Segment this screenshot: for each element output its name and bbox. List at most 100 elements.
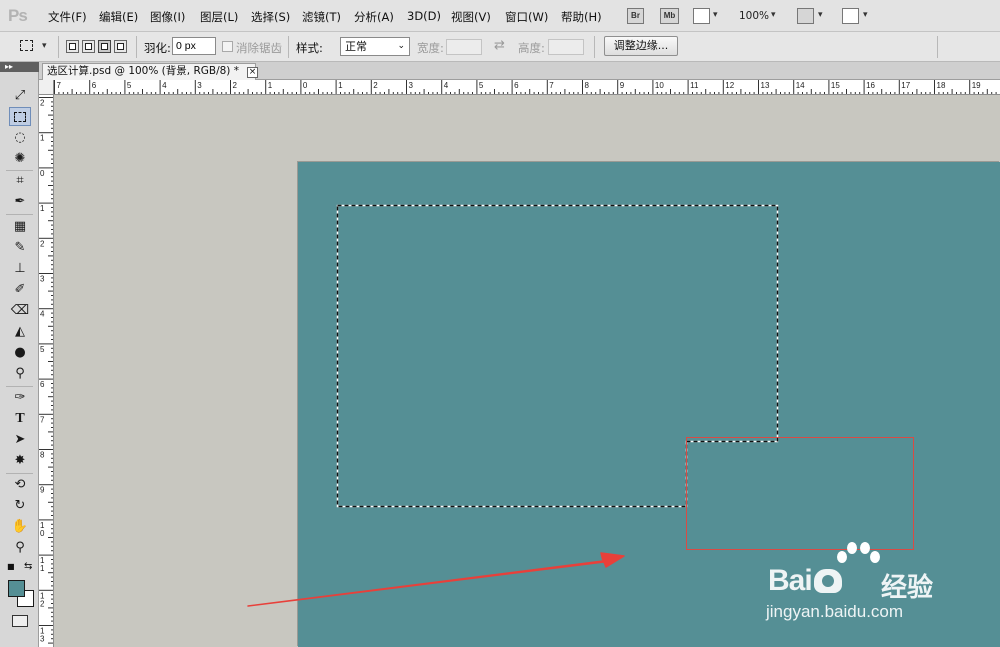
vertical-ruler[interactable]: 21012345678910111213 <box>39 95 54 647</box>
close-icon[interactable]: × <box>247 67 258 78</box>
arrange-documents-icon[interactable] <box>797 8 814 24</box>
baidu-jingyan-label: 经验 <box>881 573 934 603</box>
menu-help[interactable]: 帮助(H) <box>561 9 602 25</box>
screen-mode-icon[interactable] <box>842 8 859 24</box>
3d-rotate-tool-icon[interactable]: ⟲ <box>9 475 31 494</box>
quick-mask-icon[interactable] <box>12 615 28 627</box>
foreground-color-swatch[interactable] <box>8 580 25 597</box>
zoom-tool-icon[interactable]: ⚲ <box>9 538 31 557</box>
ruler-label: 3 <box>197 81 202 90</box>
ruler-label: 8 <box>585 81 590 90</box>
divider <box>937 36 938 58</box>
default-colors-icon[interactable]: ■ <box>7 562 15 571</box>
ruler-label: 9 <box>620 81 625 90</box>
height-input <box>548 39 584 55</box>
type-tool-icon[interactable]: T <box>9 409 31 428</box>
menu-file[interactable]: 文件(F) <box>48 9 87 25</box>
brush-tool-icon[interactable]: ✎ <box>9 238 31 257</box>
ruler-label: 7 <box>57 81 62 90</box>
zoom-level[interactable]: 100% <box>739 10 769 22</box>
feather-input[interactable] <box>172 37 216 55</box>
menu-3d[interactable]: 3D(D) <box>407 9 441 23</box>
menu-window[interactable]: 窗口(W) <box>505 9 548 25</box>
ruler-label: 1 <box>268 81 273 90</box>
menu-view[interactable]: 视图(V) <box>451 9 491 25</box>
custom-shape-tool-icon[interactable]: ✸ <box>9 451 31 470</box>
options-bar: ▾ 羽化: 消除锯齿 样式: 正常 ⌄ 宽度: ⇄ 高度: 调整边缘... <box>0 32 1000 62</box>
extras-icon[interactable] <box>693 8 710 24</box>
feather-label: 羽化: <box>144 41 171 55</box>
width-input <box>446 39 482 55</box>
ruler-label: 16 <box>866 81 875 90</box>
menu-select[interactable]: 选择(S) <box>251 9 290 25</box>
ruler-label: 19 <box>972 81 981 90</box>
ruler-label: 14 <box>796 81 805 90</box>
ruler-label: 7 <box>549 81 554 90</box>
screen-mode-dropdown-icon[interactable]: ▾ <box>863 10 868 20</box>
zoom-dropdown-icon[interactable]: ▾ <box>771 10 776 20</box>
ruler-label: 2 <box>40 599 45 608</box>
ruler-label: 3 <box>40 275 45 284</box>
eyedropper-tool-icon[interactable]: ✒ <box>9 192 31 211</box>
add-to-selection-icon[interactable] <box>82 40 95 53</box>
subtract-from-selection-icon[interactable] <box>98 40 111 53</box>
baidu-url: jingyan.baidu.com <box>766 602 904 621</box>
new-selection-icon[interactable] <box>66 40 79 53</box>
ruler-label: 18 <box>937 81 946 90</box>
ruler-label: 2 <box>40 239 45 248</box>
path-selection-tool-icon[interactable]: ➤ <box>9 430 31 449</box>
antialias-label: 消除锯齿 <box>236 41 282 55</box>
tool-preset-dropdown-icon[interactable]: ▾ <box>42 41 47 51</box>
document-tab[interactable]: 选区计算.psd @ 100% (背景, RGB/8) * × <box>42 63 258 80</box>
ruler-label: 2 <box>40 99 45 108</box>
ruler-label: 15 <box>831 81 840 90</box>
ruler-origin[interactable] <box>39 80 54 95</box>
quick-selection-tool-icon[interactable]: ✺ <box>9 149 31 168</box>
rectangular-marquee-tool-icon[interactable] <box>9 107 31 126</box>
blur-tool-icon[interactable]: ● <box>9 343 31 362</box>
menu-analysis[interactable]: 分析(A) <box>354 9 394 25</box>
3d-orbit-tool-icon[interactable]: ↻ <box>9 496 31 515</box>
extras-dropdown-icon[interactable]: ▾ <box>713 10 718 20</box>
menu-filter[interactable]: 滤镜(T) <box>302 9 341 25</box>
paint-bucket-tool-icon[interactable]: ◭ <box>9 322 31 341</box>
swap-colors-icon[interactable]: ⇆ <box>24 561 32 572</box>
crop-tool-icon[interactable]: ⌗ <box>9 171 31 190</box>
horizontal-ruler[interactable]: 7 6 5 4 3 2 1 0 1 2 3 4 5 6 7 8 9 10 11 12 13 14 15 16 17 18 19 <box>54 80 1000 95</box>
baidu-jingyan-watermark: Bai 经验 jingyan.baidu.com <box>764 540 994 640</box>
antialias-checkbox <box>222 41 233 52</box>
ruler-label: 8 <box>40 451 45 460</box>
ruler-label: 11 <box>690 81 699 90</box>
marquee-preset-icon[interactable] <box>20 40 33 51</box>
ruler-label: 0 <box>303 81 308 90</box>
ruler-label: 0 <box>40 529 45 538</box>
lasso-tool-icon[interactable]: ◌ <box>9 128 31 147</box>
hand-tool-icon[interactable]: ✋ <box>9 517 31 536</box>
mini-bridge-button[interactable]: Mb <box>660 8 679 24</box>
divider <box>594 36 595 58</box>
style-value: 正常 <box>345 40 367 53</box>
intersect-selection-icon[interactable] <box>114 40 127 53</box>
style-select[interactable]: 正常 ⌄ <box>340 37 410 56</box>
bridge-button[interactable]: Br <box>627 8 644 24</box>
swap-dimensions-icon: ⇄ <box>494 38 505 53</box>
chevron-down-icon: ⌄ <box>397 41 405 51</box>
move-tool-icon[interactable]: ⤢ <box>9 86 31 105</box>
spot-healing-tool-icon[interactable]: ▦ <box>9 217 31 236</box>
ruler-label: 1 <box>40 134 45 143</box>
ruler-label: 3 <box>40 635 45 644</box>
eraser-tool-icon[interactable]: ⌫ <box>9 301 31 320</box>
arrange-dropdown-icon[interactable]: ▾ <box>818 10 823 20</box>
ruler-label: 9 <box>40 486 45 495</box>
refine-edge-button[interactable]: 调整边缘... <box>604 36 678 56</box>
clone-stamp-tool-icon[interactable]: ⊥ <box>9 259 31 278</box>
history-brush-tool-icon[interactable]: ✐ <box>9 280 31 299</box>
ruler-label: 10 <box>655 81 664 90</box>
menu-edit[interactable]: 编辑(E) <box>99 9 138 25</box>
tools-panel-header[interactable]: ▸▸ <box>0 62 39 72</box>
menu-layer[interactable]: 图层(L) <box>200 9 238 25</box>
dodge-tool-icon[interactable]: ⚲ <box>9 364 31 383</box>
ruler-label: 6 <box>40 380 45 389</box>
pen-tool-icon[interactable]: ✑ <box>9 388 31 407</box>
menu-image[interactable]: 图像(I) <box>150 9 185 25</box>
